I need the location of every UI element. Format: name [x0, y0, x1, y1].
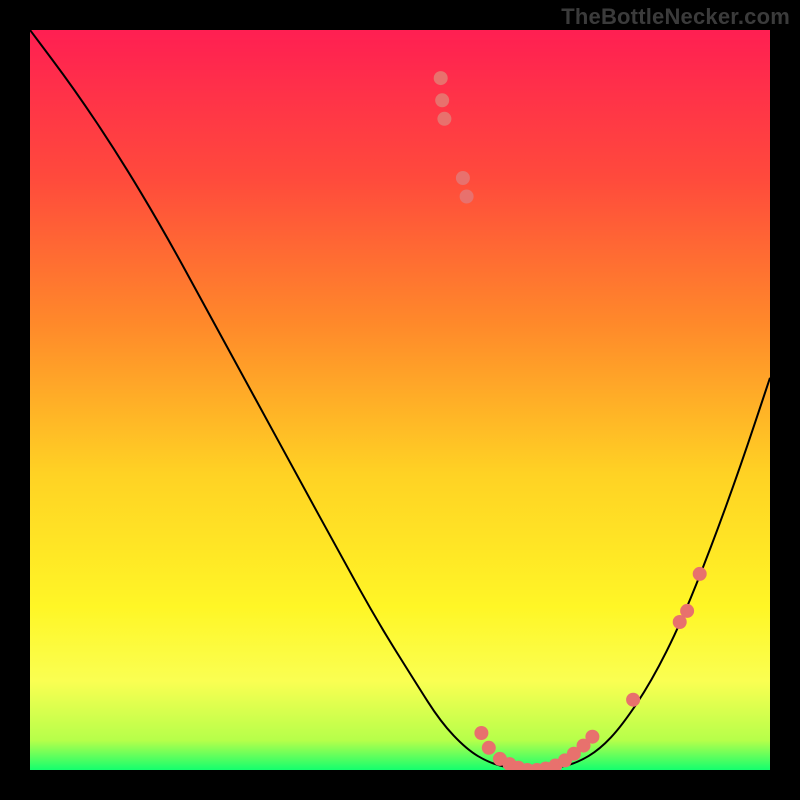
watermark-text: TheBottleNecker.com [561, 4, 790, 30]
data-marker [435, 93, 449, 107]
chart-svg [30, 30, 770, 770]
data-marker [460, 190, 474, 204]
plot-area [30, 30, 770, 770]
data-marker [456, 171, 470, 185]
chart-frame: TheBottleNecker.com [0, 0, 800, 800]
data-marker [437, 112, 451, 126]
data-marker [680, 604, 694, 618]
data-marker [474, 726, 488, 740]
data-marker [482, 741, 496, 755]
data-marker [626, 693, 640, 707]
data-marker [585, 730, 599, 744]
data-marker [693, 567, 707, 581]
data-marker [434, 71, 448, 85]
